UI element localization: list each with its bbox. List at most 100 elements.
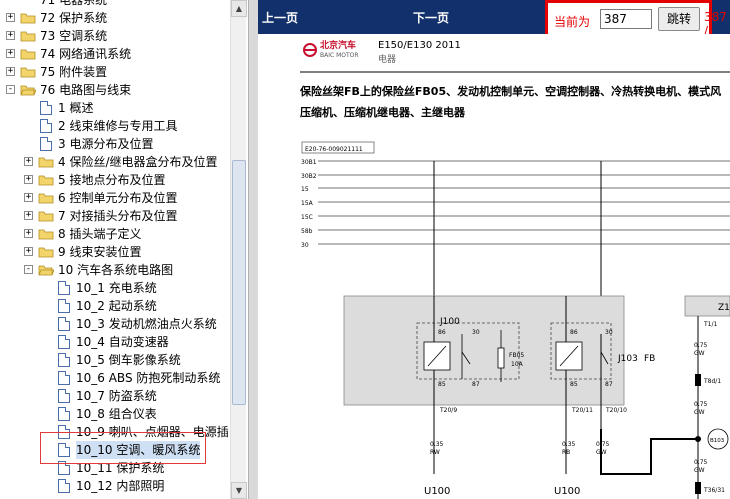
wire1-size: 0.35 <box>430 441 444 448</box>
expand-icon[interactable]: + <box>24 175 33 184</box>
tree-item-label: 10_7 防盗系统 <box>76 389 157 403</box>
next-page-button[interactable]: 下一页 <box>413 9 449 26</box>
pin-87b: 87 <box>605 381 613 388</box>
tree-item-label: 7 对接插头分布及位置 <box>58 209 178 223</box>
bus-label-15a: 15A <box>301 200 314 207</box>
tree-item-label: 10 汽车各系统电路图 <box>58 263 174 277</box>
tree-item-label: 75 附件装置 <box>40 65 108 79</box>
wire1-color: RW <box>430 449 440 456</box>
right-t8d-1: T8d/1 <box>703 378 721 385</box>
wiring-diagram: 北京汽车 BAIC MOTOR E150/E130 2011 电器 保险丝架FB… <box>299 39 730 499</box>
category-label: 电器 <box>378 53 396 65</box>
right-w1-color: GW <box>694 350 705 357</box>
panel-splitter[interactable] <box>248 0 258 499</box>
expand-icon[interactable]: + <box>24 247 33 256</box>
tree-item-label: 1 概述 <box>58 101 94 115</box>
document-icon <box>58 389 70 403</box>
pin-30a: 30 <box>472 329 480 336</box>
expand-icon[interactable]: + <box>24 193 33 202</box>
folder-icon <box>38 229 54 240</box>
wire2-size: 0.35 <box>562 441 576 448</box>
expand-icon[interactable]: + <box>6 31 15 40</box>
document-page: 北京汽车 BAIC MOTOR E150/E130 2011 电器 保险丝架FB… <box>258 34 730 499</box>
folder-icon <box>38 175 54 186</box>
expand-icon[interactable]: + <box>6 67 15 76</box>
folder-icon <box>20 67 36 78</box>
document-icon <box>40 101 52 115</box>
u100-a-label: U100 <box>424 486 450 497</box>
diagram-code: E20-76-009021111 <box>305 146 363 153</box>
right-t36-31: T36/31 <box>703 487 725 494</box>
folder-icon <box>20 31 36 42</box>
tree-item-label: 10_2 起动系统 <box>76 299 157 313</box>
bus-label-30b1: 30B1 <box>301 159 317 166</box>
fuse-fb05-label: FB05 <box>509 352 524 359</box>
document-icon <box>58 335 70 349</box>
tree-item-label: 8 插头端子定义 <box>58 227 142 241</box>
folder-icon <box>20 13 36 24</box>
connector-t20-10: T20/10 <box>605 407 627 414</box>
baic-logo-icon <box>303 43 317 57</box>
pin-30b: 30 <box>605 329 613 336</box>
tree-item-label: 10_1 充电系统 <box>76 281 157 295</box>
page-title-line1: 保险丝架FB上的保险丝FB05、发动机控制单元、空调控制器、冷热转换电机、模式风 <box>299 84 721 98</box>
power-bus-lines <box>318 160 730 245</box>
page-number-input[interactable] <box>600 9 652 29</box>
tree-item-label: 10_8 组合仪表 <box>76 407 157 421</box>
relay-j103-label: J103 <box>617 354 638 364</box>
selection-annotation-box <box>40 432 206 464</box>
folder-icon <box>38 211 54 222</box>
page-title-line2: 压缩机、压缩机继电器、主继电器 <box>300 105 466 119</box>
folder-open-icon <box>20 85 36 96</box>
model-label: E150/E130 2011 <box>378 40 461 51</box>
pin-86b: 86 <box>570 329 578 336</box>
tree-item-label: 73 空调系统 <box>40 29 108 43</box>
right-w1-size: 0.75 <box>694 342 708 349</box>
tree-item-label: 71 电器系统 <box>40 0 108 7</box>
document-icon <box>58 317 70 331</box>
tree-item-label: 5 接地点分布及位置 <box>58 173 166 187</box>
expand-icon[interactable]: + <box>24 157 33 166</box>
bus-label-15: 15 <box>301 186 309 193</box>
wire3-size: 0.75 <box>596 441 610 448</box>
document-icon <box>58 479 70 493</box>
bus-label-30: 30 <box>301 242 309 249</box>
pin-87a: 87 <box>472 381 480 388</box>
tree-item-label: 6 控制单元分布及位置 <box>58 191 178 205</box>
collapse-icon[interactable]: - <box>24 265 33 274</box>
expand-icon[interactable]: + <box>24 229 33 238</box>
expand-icon[interactable]: + <box>6 49 15 58</box>
scroll-up-arrow-icon[interactable]: ▲ <box>231 0 247 17</box>
document-icon <box>40 119 52 133</box>
document-icon <box>58 371 70 385</box>
connector-t20-11: T20/11 <box>571 407 593 414</box>
prev-page-button[interactable]: 上一页 <box>262 9 298 26</box>
folder-icon <box>38 193 54 204</box>
tree-item-label: 10_6 ABS 防抱死制动系统 <box>76 371 221 385</box>
page-jump-group: 当前为 跳转 <box>545 0 712 38</box>
pin-85a: 85 <box>438 381 446 388</box>
tree-item-label: 72 保护系统 <box>40 11 108 25</box>
brand-en: BAIC MOTOR <box>320 52 359 59</box>
right-b103: B103 <box>710 438 725 444</box>
bus-label-58b: 58b <box>301 228 313 235</box>
tree-item-label: 10_5 倒车影像系统 <box>76 353 181 367</box>
right-w3-size: 0.75 <box>694 459 708 466</box>
tree-scrollbar[interactable]: ▲ ▼ <box>230 0 247 499</box>
tree-item-label: 2 线束维修与专用工具 <box>58 119 178 133</box>
pin-86a: 86 <box>438 329 446 336</box>
scroll-down-arrow-icon[interactable]: ▼ <box>231 482 247 499</box>
goto-button[interactable]: 跳转 <box>658 7 700 31</box>
tree-item-label: 10_12 内部照明 <box>76 479 165 493</box>
folder-icon <box>20 49 36 60</box>
document-icon <box>58 353 70 367</box>
document-icon <box>58 281 70 295</box>
fuse-rating: 10A <box>511 361 524 368</box>
tree-item-label: 10_3 发动机燃油点火系统 <box>76 317 217 331</box>
connector-t20-9: T20/9 <box>439 407 457 414</box>
expand-icon[interactable]: + <box>6 13 15 22</box>
bus-label-15c: 15C <box>301 214 313 221</box>
scroll-thumb[interactable] <box>232 160 246 405</box>
collapse-icon[interactable]: - <box>6 85 15 94</box>
expand-icon[interactable]: + <box>24 211 33 220</box>
